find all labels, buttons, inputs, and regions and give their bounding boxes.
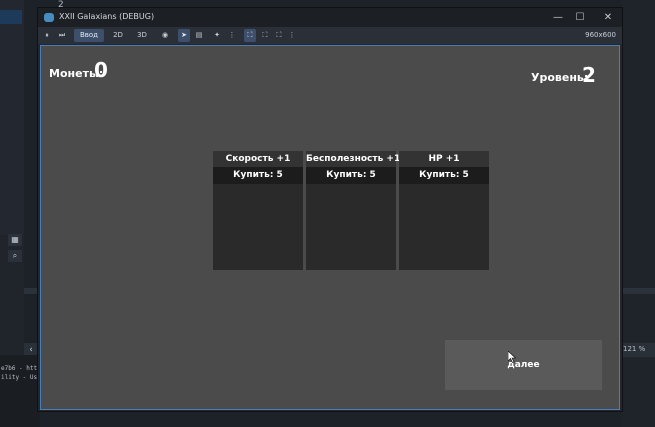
filter-icon[interactable]: ▦	[8, 234, 22, 246]
tool-icon[interactable]: ✦	[212, 29, 222, 42]
upgrade-card: Бесполезность +1 Купить: 5	[306, 151, 400, 270]
editor-selected-item[interactable]	[0, 10, 22, 24]
editor-divider	[622, 288, 655, 294]
next-button[interactable]: далее	[445, 340, 602, 390]
eye-icon[interactable]: ◉	[160, 29, 170, 42]
fit-icon[interactable]: ⛶	[260, 29, 270, 42]
maximize-button[interactable]: ☐	[569, 10, 591, 25]
editor-scene-panel	[0, 0, 24, 235]
select-icon[interactable]: ➤	[178, 29, 190, 42]
upgrade-card: Скорость +1 Купить: 5	[213, 151, 303, 270]
buy-button[interactable]: Купить: 5	[306, 167, 396, 184]
pause-icon[interactable]: ⏸	[42, 29, 52, 42]
step-icon[interactable]: ⏭	[56, 29, 68, 42]
game-window: XXII Galaxians (DEBUG) — ☐ ✕ ⏸ ⏭ Ввод 2D…	[38, 8, 622, 411]
editor-right-panel	[622, 0, 655, 427]
godot-icon	[44, 13, 54, 22]
coins-value: 0	[94, 58, 108, 82]
level-label: Уровень:	[531, 71, 589, 84]
resolution-label: 960x600	[585, 31, 616, 39]
mode-2d-button[interactable]: 2D	[108, 29, 128, 42]
input-mode-button[interactable]: Ввод	[74, 29, 104, 42]
title-bar[interactable]: XXII Galaxians (DEBUG) — ☐ ✕	[38, 8, 622, 27]
more-menu-icon[interactable]: ⋮	[288, 29, 296, 42]
buy-button[interactable]: Купить: 5	[213, 167, 303, 184]
output-log: e7b6 - http ility - Usin	[0, 355, 44, 427]
search-icon[interactable]: ⌕	[8, 250, 22, 262]
camera-override-icon[interactable]: ⛶	[244, 29, 256, 42]
mode-3d-button[interactable]: 3D	[132, 29, 152, 42]
debug-toolbar: ⏸ ⏭ Ввод 2D 3D ◉ ➤ ▤ ✦ ⋮ ⛶ ⛶ ⛶ ⋮ 960x600	[38, 27, 622, 44]
zoom-level[interactable]: 121 %	[623, 345, 645, 353]
log-line: e7b6 - http	[1, 365, 41, 372]
minimize-button[interactable]: —	[547, 10, 569, 25]
level-value: 2	[582, 63, 596, 87]
close-button[interactable]: ✕	[597, 10, 619, 25]
game-viewport: Монеты: 0 Уровень: 2 Скорость +1 Купить:…	[40, 45, 620, 410]
expand-icon[interactable]: ⛶	[274, 29, 284, 42]
window-title: XXII Galaxians (DEBUG)	[59, 12, 155, 21]
card-title: Скорость +1	[213, 151, 303, 167]
more-menu-icon[interactable]: ⋮	[228, 29, 236, 42]
mouse-cursor-icon	[508, 351, 516, 363]
list-icon[interactable]: ▤	[194, 29, 204, 42]
buy-button[interactable]: Купить: 5	[399, 167, 489, 184]
card-title: Бесполезность +1	[306, 151, 400, 167]
upgrade-card: HP +1 Купить: 5	[399, 151, 489, 270]
card-title: HP +1	[399, 151, 489, 167]
